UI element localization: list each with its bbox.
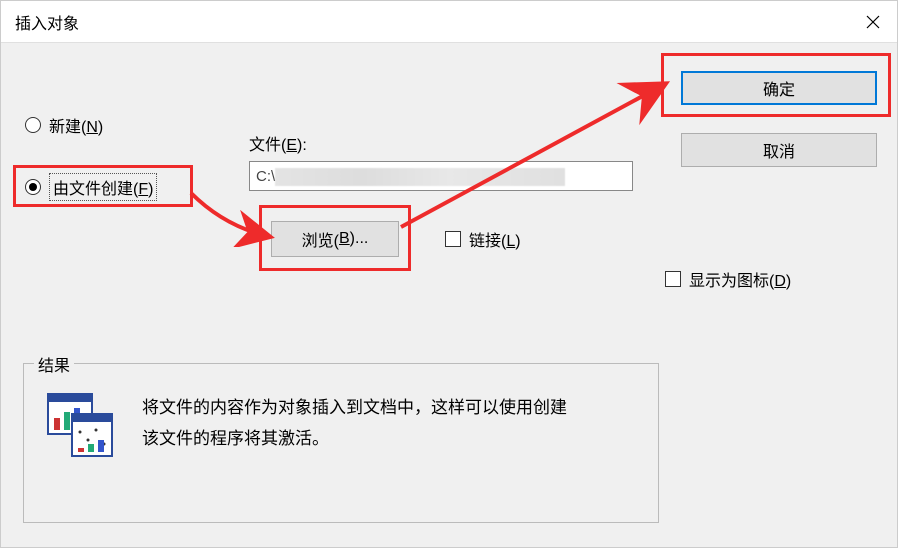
radio-icon: [25, 117, 41, 133]
annotation-arrow: [185, 187, 285, 247]
file-path-blurred: [275, 168, 565, 186]
checkbox-icon: [445, 231, 461, 247]
radio-from-file-label: 由文件创建(F): [49, 173, 157, 201]
file-label: 文件(E):: [249, 131, 633, 155]
radio-from-file[interactable]: 由文件创建(F): [25, 173, 157, 201]
checkbox-show-as-icon-label: 显示为图标(D): [689, 267, 791, 291]
checkbox-link[interactable]: 链接(L): [445, 227, 521, 251]
title-bar: 插入对象: [1, 1, 897, 43]
close-icon: [866, 15, 880, 29]
file-area: 文件(E): C:\: [249, 131, 633, 191]
file-path-value: C:\: [256, 168, 275, 185]
source-radio-group: 新建(N) 由文件创建(F): [25, 113, 157, 201]
result-text: 将文件的内容作为对象插入到文档中，这样可以使用创建该文件的程序将其激活。: [142, 393, 572, 454]
window-title: 插入对象: [15, 10, 79, 34]
browse-button[interactable]: 浏览(B)...: [271, 221, 399, 257]
checkbox-link-label: 链接(L): [469, 227, 521, 251]
cancel-button[interactable]: 取消: [681, 133, 877, 167]
ok-button[interactable]: 确定: [681, 71, 877, 105]
insert-object-dialog: 插入对象 新建(N) 由文件创建(F) 文件(E): C:\: [0, 0, 898, 548]
radio-create-new-label: 新建(N): [49, 113, 103, 137]
radio-icon: [25, 179, 41, 195]
result-title: 结果: [34, 352, 74, 376]
dialog-body: 新建(N) 由文件创建(F) 文件(E): C:\ 浏览(B)... 链接(L)…: [1, 43, 897, 547]
file-path-input[interactable]: C:\: [249, 161, 633, 191]
result-groupbox: 结果: [23, 363, 659, 523]
result-icon: [44, 388, 116, 460]
result-content: 将文件的内容作为对象插入到文档中，这样可以使用创建该文件的程序将其激活。: [24, 364, 658, 484]
close-button[interactable]: [849, 1, 897, 43]
checkbox-show-as-icon[interactable]: 显示为图标(D): [665, 267, 791, 291]
radio-create-new[interactable]: 新建(N): [25, 113, 157, 137]
checkbox-icon: [665, 271, 681, 287]
